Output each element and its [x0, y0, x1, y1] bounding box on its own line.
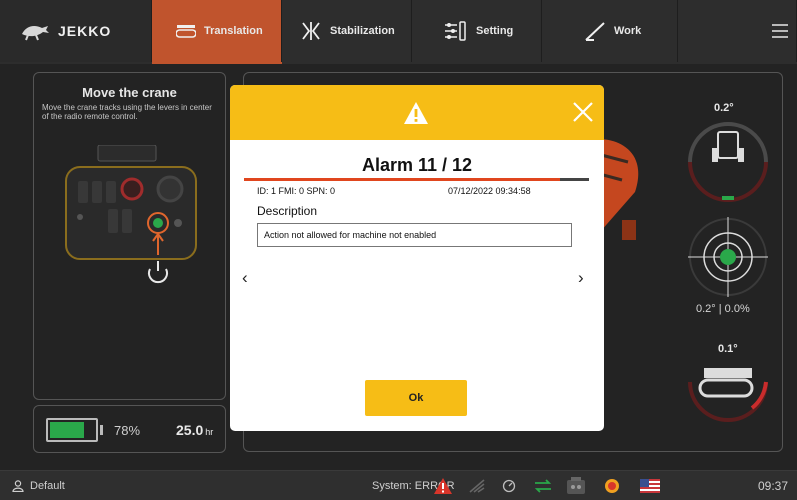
hour-meter-unit: hr — [205, 427, 214, 437]
description-field: Action not allowed for machine not enabl… — [257, 223, 572, 247]
battery-icon — [46, 418, 98, 442]
gecko-logo-icon — [22, 26, 49, 41]
tab-stabilization[interactable]: Stabilization — [282, 0, 412, 62]
transfer-arrows-icon — [534, 471, 552, 500]
battery-level-fill — [50, 422, 84, 438]
level-angle-value: 0.2° | 0.0% — [696, 303, 750, 315]
tab-translation[interactable]: Translation — [152, 0, 282, 62]
slew-angle-value: 0.1° — [718, 343, 738, 355]
next-alarm-button[interactable]: › — [578, 268, 584, 288]
tab-label: Stabilization — [330, 25, 395, 37]
user-profile[interactable]: Default — [12, 471, 65, 500]
instruction-title: Move the crane — [82, 85, 177, 100]
warning-icon — [404, 102, 428, 124]
hour-meter: 25.0 hr — [176, 422, 213, 438]
tab-work[interactable]: Work — [542, 0, 678, 62]
alarm-position-fill — [244, 178, 561, 181]
hour-meter-value: 25.0 — [176, 422, 204, 438]
tab-label: Setting — [476, 25, 514, 37]
battery-percent: 78% — [114, 423, 141, 438]
alarm-dialog: Alarm 11 / 12 ID: 1 FMI: 0 SPN: 0 07/12/… — [230, 85, 604, 431]
hamburger-menu-icon — [772, 24, 788, 38]
tilt-gauge-arc — [688, 122, 768, 163]
jekko-logo: JEKKO — [0, 0, 152, 62]
close-icon[interactable] — [570, 99, 596, 125]
us-flag-icon[interactable] — [640, 471, 660, 500]
battery-tip — [100, 425, 103, 435]
logo-text: JEKKO — [58, 23, 112, 39]
alarm-title: Alarm 11 / 12 — [361, 155, 473, 175]
top-navigation-bar: JEKKO Translation Stabilization Setting … — [0, 0, 797, 64]
sliders-icon — [445, 21, 466, 41]
machine-front-icon — [717, 131, 739, 159]
tab-label: Work — [614, 25, 642, 37]
tilt-angle-value: 0.2° — [714, 102, 734, 114]
tab-label: Translation — [204, 25, 263, 37]
stabilizers-icon — [302, 22, 320, 40]
ok-button[interactable]: Ok — [365, 380, 467, 416]
crane-tracks-icon — [176, 25, 196, 38]
menu-button[interactable] — [762, 0, 797, 62]
alarm-codes: ID: 1 FMI: 0 SPN: 0 — [257, 186, 336, 196]
instruction-text: Move the crane tracks using the levers i… — [42, 103, 212, 121]
tracks-side-icon — [704, 368, 752, 378]
previous-alarm-button[interactable]: ‹ — [242, 268, 248, 288]
alarm-dialog-header — [230, 85, 604, 140]
alarm-timestamp: 07/12/2022 09:34:58 — [448, 186, 531, 196]
tab-setting[interactable]: Setting — [412, 0, 542, 62]
status-bar: Default System: ERROR 09:37 — [0, 470, 797, 500]
profile-name: Default — [30, 479, 65, 492]
description-label: Description — [257, 204, 318, 218]
emergency-stop-icon — [604, 471, 620, 500]
radio-remote-illustration — [65, 145, 197, 284]
boom-icon — [585, 22, 605, 41]
signal-icon — [468, 471, 486, 500]
clock-time: 09:37 — [758, 478, 789, 493]
battery-status-panel: 78% 25.0 hr — [33, 405, 226, 453]
clock: 09:37 — [758, 471, 788, 500]
active-tab-indicator — [152, 62, 282, 64]
alarm-position-bar — [244, 178, 589, 181]
remote-control-icon — [566, 471, 586, 500]
error-warning-icon — [434, 471, 452, 500]
user-icon — [12, 479, 24, 492]
speedometer-icon — [502, 471, 516, 500]
instruction-panel: Move the crane Move the crane tracks usi… — [33, 72, 226, 400]
